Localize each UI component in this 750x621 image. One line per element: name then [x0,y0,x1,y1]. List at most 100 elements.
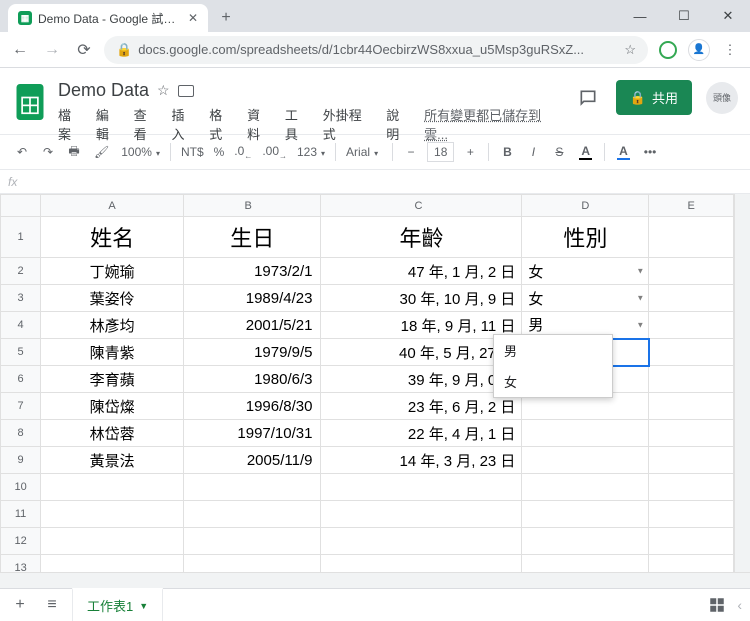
cell[interactable]: 林岱蓉 [41,420,184,447]
row-header[interactable]: 3 [1,285,41,312]
browser-menu-icon[interactable]: ⋮ [718,38,742,62]
dropdown-option-female[interactable]: 女 [494,366,612,397]
dec-more-button[interactable]: .00→ [260,140,289,164]
cell[interactable] [649,528,734,555]
cell[interactable]: 47 年, 1 月, 2 日 [321,258,522,285]
menu-data[interactable]: 資料 [247,105,273,143]
cell[interactable] [321,555,522,573]
url-box[interactable]: 🔒 docs.google.com/spreadsheets/d/1cbr44O… [104,36,648,64]
cell[interactable] [649,447,734,474]
paint-format-button[interactable]: 🖌 [90,141,113,163]
cell[interactable]: 丁婉瑜 [41,258,184,285]
row-header[interactable]: 4 [1,312,41,339]
cell[interactable] [649,501,734,528]
cell[interactable]: 22 年, 4 月, 1 日 [321,420,522,447]
row-header[interactable]: 8 [1,420,41,447]
cell[interactable] [183,501,321,528]
move-doc-icon[interactable] [178,85,194,97]
row-header[interactable]: 6 [1,366,41,393]
menu-insert[interactable]: 插入 [171,105,197,143]
cell[interactable] [321,528,522,555]
strike-button[interactable]: S [549,141,569,163]
cell[interactable]: 葉姿伶 [41,285,184,312]
col-header-c[interactable]: C [321,195,522,217]
browser-tab[interactable]: ▦ Demo Data - Google 試算表 ✕ [8,4,208,32]
redo-button[interactable]: ↷ [38,141,58,163]
percent-button[interactable]: % [212,141,227,163]
account-avatar[interactable]: 頭像 [706,82,738,114]
dropdown-arrow-icon[interactable]: ▼ [636,267,644,276]
close-window-button[interactable]: ✕ [706,0,750,32]
reload-button[interactable]: ⟳ [72,38,96,62]
cell[interactable]: 39 年, 9 月, 0 日 [321,366,522,393]
cell[interactable] [649,366,734,393]
cell[interactable]: 女▼ [522,285,649,312]
font-size-input[interactable]: 18 [427,142,454,162]
vertical-scrollbar[interactable] [734,194,750,572]
cell[interactable] [522,555,649,573]
font-select[interactable]: Arial [344,141,384,163]
star-doc-icon[interactable]: ☆ [157,82,170,99]
forward-button[interactable]: → [40,38,64,62]
menu-view[interactable]: 查看 [134,105,160,143]
undo-button[interactable]: ↶ [12,141,32,163]
back-button[interactable]: ← [8,38,32,62]
cell[interactable]: 30 年, 10 月, 9 日 [321,285,522,312]
cell[interactable]: 性別 [522,217,649,258]
cell[interactable]: 40 年, 5 月, 27 日 [321,339,522,366]
cell[interactable]: 林彥均 [41,312,184,339]
cell[interactable] [522,447,649,474]
cell[interactable]: 2005/11/9 [183,447,321,474]
text-color-button[interactable]: A [575,140,596,164]
cell[interactable]: 李育蘋 [41,366,184,393]
cell[interactable]: 1996/8/30 [183,393,321,420]
cell[interactable] [183,474,321,501]
cell[interactable] [522,528,649,555]
cell[interactable]: 女▼ [522,258,649,285]
cell[interactable] [649,285,734,312]
dropdown-option-male[interactable]: 男 [494,335,612,366]
cell[interactable] [649,393,734,420]
cell[interactable]: 生日 [183,217,321,258]
dropdown-arrow-icon[interactable]: ▼ [636,294,644,303]
cell[interactable]: 陳青紫 [41,339,184,366]
maximize-button[interactable]: ☐ [662,0,706,32]
cell[interactable]: 1980/6/3 [183,366,321,393]
col-header-a[interactable]: A [41,195,184,217]
cell[interactable] [522,501,649,528]
cell[interactable] [183,555,321,573]
select-all-corner[interactable] [1,195,41,217]
cell[interactable] [649,312,734,339]
col-header-b[interactable]: B [183,195,321,217]
cell[interactable]: 姓名 [41,217,184,258]
row-header[interactable]: 2 [1,258,41,285]
formula-bar[interactable]: fx [0,170,750,194]
cell[interactable] [183,528,321,555]
italic-button[interactable]: I [523,141,543,163]
more-toolbar-button[interactable]: ••• [640,141,661,163]
cell[interactable] [649,339,734,366]
menu-edit[interactable]: 編輯 [96,105,122,143]
cell[interactable]: 陳岱燦 [41,393,184,420]
new-tab-button[interactable]: + [214,6,238,30]
cell[interactable] [522,420,649,447]
col-header-e[interactable]: E [649,195,734,217]
comment-button[interactable] [574,84,602,112]
row-header[interactable]: 9 [1,447,41,474]
dec-less-button[interactable]: .0← [232,140,254,164]
cell[interactable]: 年齡 [321,217,522,258]
font-size-plus[interactable]: + [460,141,480,163]
zoom-select[interactable]: 100% [119,141,162,163]
cell[interactable]: 1979/9/5 [183,339,321,366]
cell[interactable]: 18 年, 9 月, 11 日 [321,312,522,339]
fill-color-button[interactable]: A [613,140,634,164]
cell[interactable] [321,501,522,528]
star-icon[interactable]: ☆ [624,42,636,58]
cell[interactable] [41,528,184,555]
sheets-logo[interactable] [12,80,48,128]
menu-addons[interactable]: 外掛程式 [323,105,375,143]
font-size-minus[interactable]: − [401,141,421,163]
row-header[interactable]: 13 [1,555,41,573]
cell[interactable]: 黃景法 [41,447,184,474]
print-button[interactable]: 🖶 [64,138,84,167]
